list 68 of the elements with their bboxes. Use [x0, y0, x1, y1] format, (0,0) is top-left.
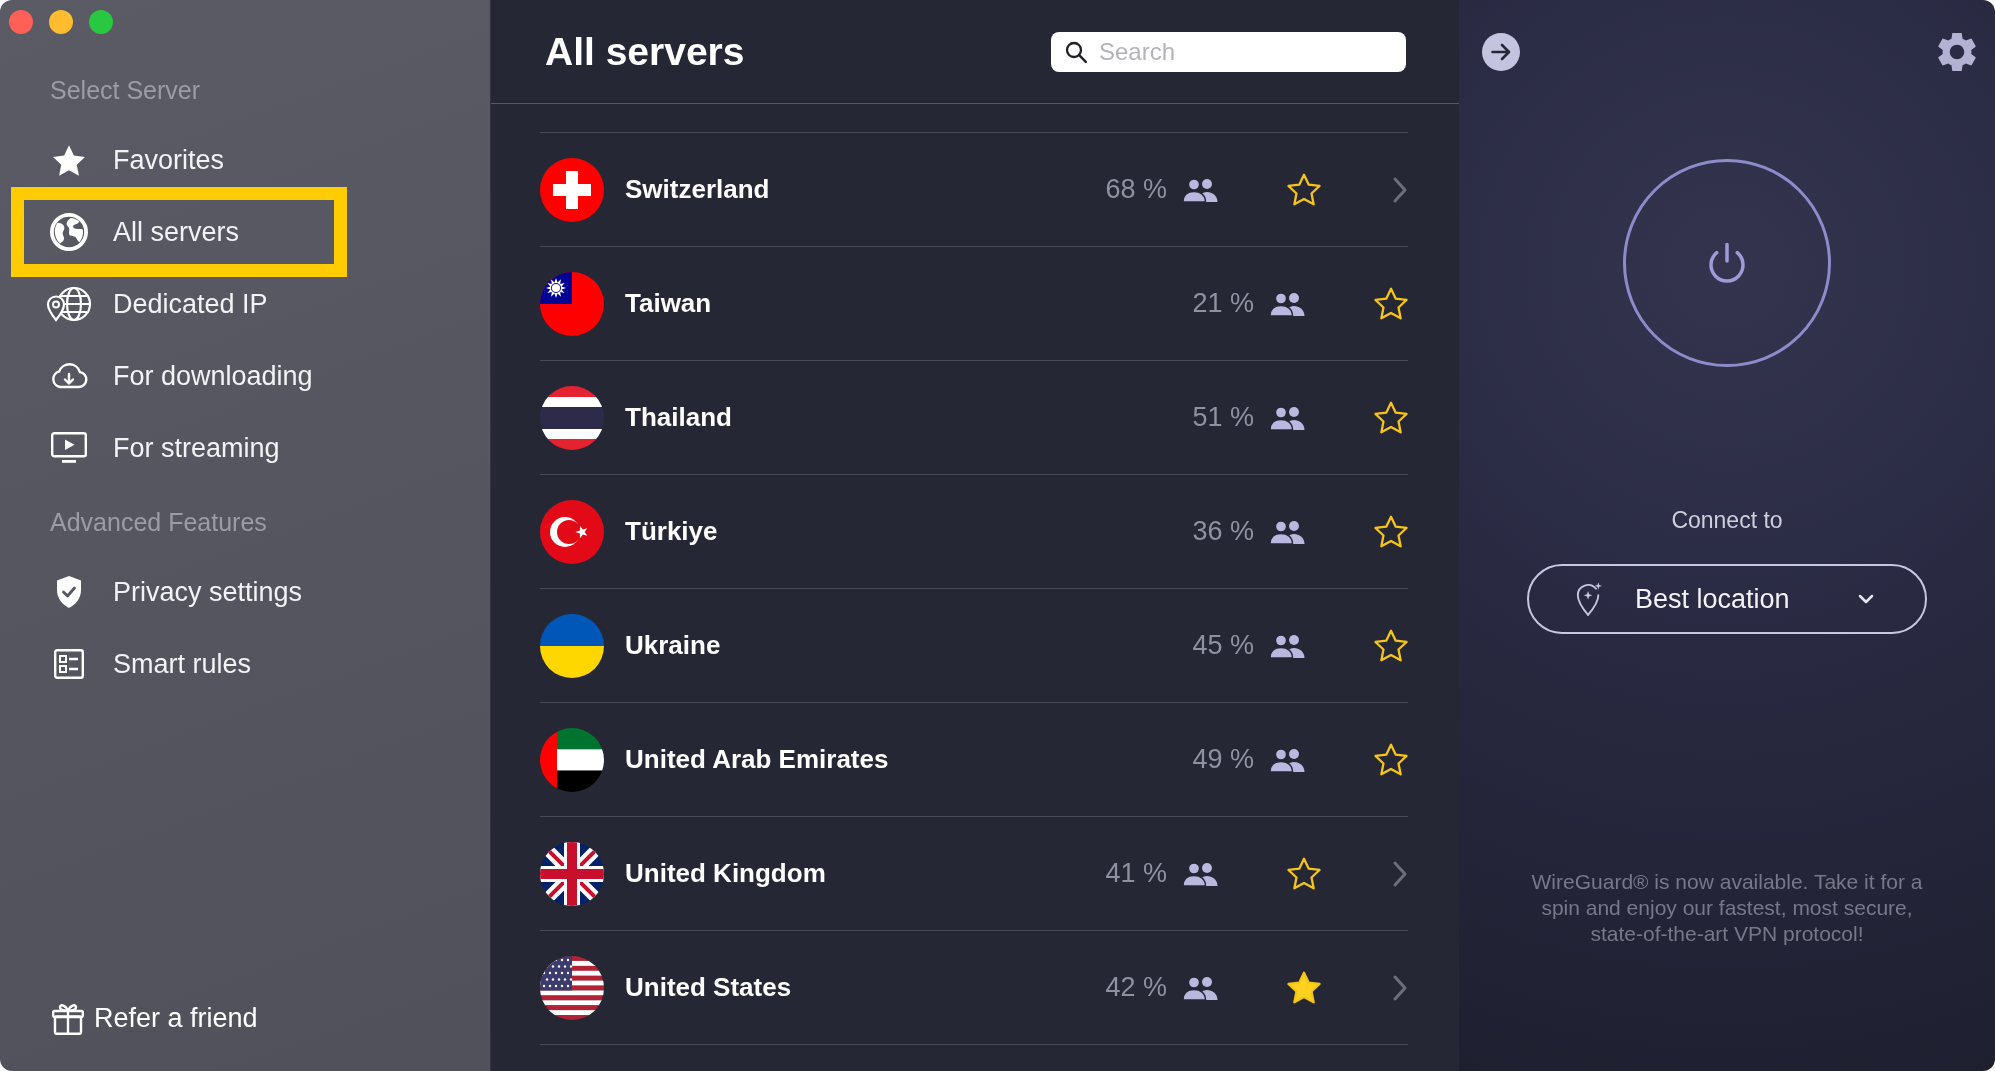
country-name: United States	[625, 972, 792, 1003]
users-icon	[1182, 861, 1218, 886]
star-icon[interactable]	[1374, 743, 1408, 776]
country-name: Türkiye	[625, 516, 718, 547]
country-name: United Kingdom	[625, 858, 826, 889]
maximize-icon[interactable]	[89, 10, 113, 34]
flag-icon	[540, 385, 604, 450]
search-field[interactable]: Search	[1051, 31, 1406, 72]
star-icon	[53, 144, 85, 176]
chevron-right-icon[interactable]	[1392, 175, 1408, 204]
server-load: 49 %	[1192, 744, 1254, 775]
chevron-right-icon[interactable]	[1392, 859, 1408, 888]
sidebar-item[interactable]: Smart rules	[24, 628, 334, 700]
country-name: United Arab Emirates	[625, 744, 889, 775]
refer-friend-link[interactable]: Refer a friend	[51, 1001, 258, 1035]
server-load: 68 %	[1105, 174, 1167, 205]
sidebar-item[interactable]: Privacy settings	[24, 556, 334, 628]
country-name: Ukraine	[625, 630, 721, 661]
star-icon[interactable]	[1374, 515, 1408, 548]
gift-icon	[51, 1001, 85, 1035]
sidebar-item[interactable]: For downloading	[24, 340, 334, 412]
monitor-play-icon	[51, 432, 87, 464]
users-icon	[1269, 291, 1305, 316]
users-icon	[1269, 747, 1305, 772]
country-name: Taiwan	[625, 288, 712, 319]
server-load: 51 %	[1192, 402, 1254, 433]
cloud-download-icon	[50, 362, 88, 390]
location-dropdown[interactable]: Best location	[1527, 564, 1927, 634]
star-icon[interactable]	[1287, 173, 1321, 206]
arrow-right-icon[interactable]	[1482, 33, 1520, 71]
server-load: 41 %	[1105, 858, 1167, 889]
flag-icon	[540, 613, 604, 678]
globe-icon	[50, 213, 88, 251]
page-title: All servers	[545, 29, 745, 74]
country-name: Switzerland	[625, 174, 770, 205]
globe-pin-icon	[46, 286, 92, 322]
users-icon	[1269, 633, 1305, 658]
users-icon	[1182, 177, 1218, 202]
connect-label: Connect to	[1671, 506, 1783, 534]
country-name: Thailand	[625, 402, 732, 433]
shield-check-icon	[55, 575, 83, 609]
notice-text: WireGuard® is now available. Take it for a spin and enjoy our fastest, most secure, state-of-the-art VPN protocol!	[1530, 869, 1924, 947]
flag-icon	[540, 727, 604, 792]
checklist-icon	[54, 649, 84, 679]
server-load: 21 %	[1192, 288, 1254, 319]
power-button[interactable]	[1623, 159, 1831, 367]
star-icon[interactable]	[1374, 401, 1408, 434]
server-load: 45 %	[1192, 630, 1254, 661]
star-icon[interactable]	[1287, 857, 1321, 890]
users-icon	[1182, 975, 1218, 1000]
chevron-down-icon	[1858, 594, 1874, 604]
star-icon[interactable]	[1374, 287, 1408, 320]
settings-icon[interactable]	[1938, 33, 1976, 71]
flag-icon	[540, 955, 604, 1020]
section-heading: Advanced Features	[50, 507, 267, 537]
search-icon	[1065, 40, 1087, 63]
star-icon[interactable]	[1374, 629, 1408, 662]
users-icon	[1269, 519, 1305, 544]
minimize-icon[interactable]	[49, 10, 73, 34]
chevron-right-icon[interactable]	[1392, 973, 1408, 1002]
map-pin-icon	[1575, 581, 1603, 617]
server-load: 42 %	[1105, 972, 1167, 1003]
users-icon	[1269, 405, 1305, 430]
star-icon[interactable]	[1287, 971, 1321, 1004]
server-load: 36 %	[1192, 516, 1254, 547]
sidebar-item[interactable]: All servers	[11, 187, 347, 277]
sidebar-item[interactable]: For streaming	[24, 412, 334, 484]
section-heading: Select Server	[50, 75, 201, 105]
